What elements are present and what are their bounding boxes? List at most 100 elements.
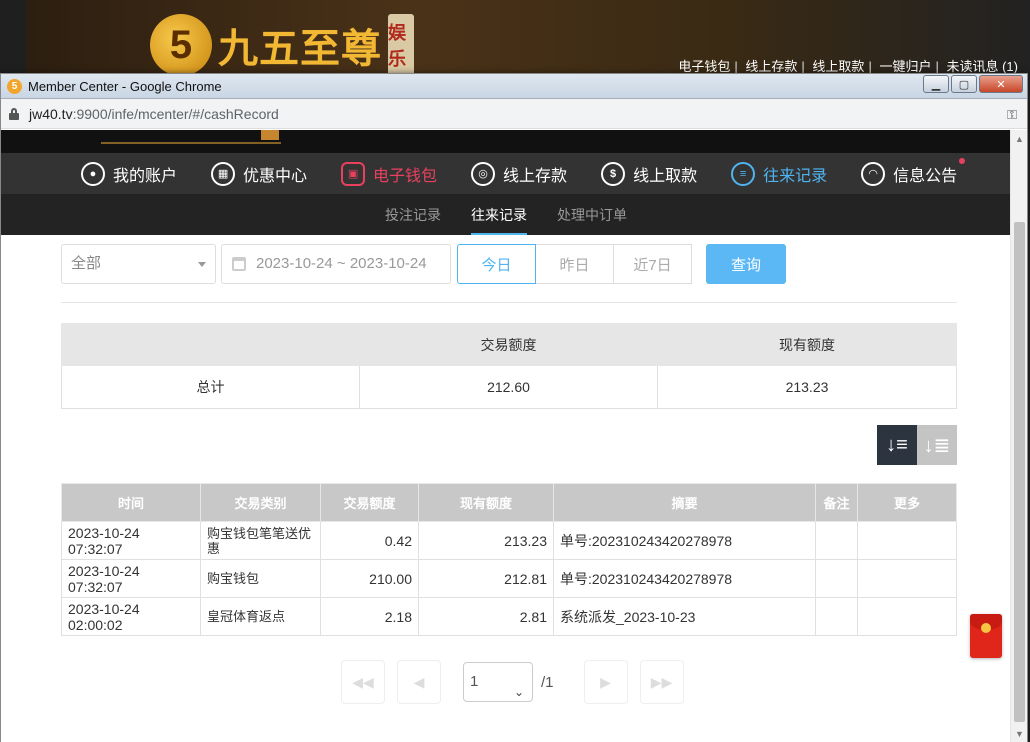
records-header-row: 时间 交易类别 交易额度 现有额度 摘要 备注 更多 (61, 483, 957, 522)
bg-link-deposit[interactable]: 线上存款 (745, 59, 797, 74)
cell-more[interactable] (857, 559, 957, 598)
url-text[interactable]: jw40.tv:9900/infe/mcenter/#/cashRecord (29, 106, 279, 122)
summary-header-cell: 交易额度 (359, 323, 658, 366)
window-titlebar[interactable]: 5 Member Center - Google Chrome ▁ ▢ ✕ (1, 74, 1027, 99)
summary-header-row: 交易额度 现有额度 (61, 323, 957, 366)
tab-transaction-records[interactable]: 往来记录 (471, 195, 527, 235)
summary-header-cell (61, 323, 360, 366)
window-controls: ▁ ▢ ✕ (923, 75, 1023, 93)
nav-transaction-records[interactable]: ≡ 往来记录 (731, 161, 828, 186)
sort-descending-icon[interactable]: ↓≡ (877, 425, 917, 465)
minimize-button[interactable]: ▁ (923, 75, 949, 93)
bell-icon: ◠ (861, 161, 886, 186)
cell-balance: 213.23 (418, 521, 554, 560)
calendar-icon (232, 257, 246, 271)
prev-page-icon[interactable]: ◀ (397, 660, 441, 704)
last-page-icon[interactable]: ▶▶ (639, 660, 684, 704)
cell-summary: 单号:202310243420278978 (553, 559, 816, 598)
bg-link-withdraw[interactable]: 线上取款 (812, 59, 864, 74)
user-icon: ● (81, 161, 105, 186)
column-header[interactable]: 备注 (815, 483, 858, 522)
main-nav: ● 我的账户 ▦ 优惠中心 ▣ 电子钱包 ◎ 线上存款 $ 线上取款 ≡ 往来记… (1, 153, 1011, 195)
column-header[interactable]: 更多 (857, 483, 957, 522)
close-button[interactable]: ✕ (979, 75, 1023, 93)
date-range-value: 2023-10-24 ~ 2023-10-24 (256, 255, 427, 272)
bg-link-consolidate[interactable]: 一键归户 (879, 59, 931, 74)
nav-online-deposit[interactable]: ◎ 线上存款 (471, 161, 567, 186)
quick-range-group: 今日 昨日 近7日 (457, 244, 692, 284)
summary-label: 总计 (61, 365, 360, 409)
nav-my-account[interactable]: ● 我的账户 (81, 161, 178, 186)
cell-time: 2023-10-24 07:32:07 (61, 559, 201, 598)
cell-remark (815, 559, 858, 598)
cell-amount: 210.00 (320, 559, 419, 598)
cell-more[interactable] (857, 597, 957, 636)
cell-amount: 0.42 (320, 521, 419, 560)
nav-label: 往来记录 (763, 167, 828, 185)
column-header[interactable]: 摘要 (553, 483, 816, 522)
summary-current-balance: 213.23 (657, 365, 957, 409)
first-page-icon[interactable]: ◀◀ (341, 660, 385, 704)
page-select-value: 1 (470, 673, 479, 690)
cell-time: 2023-10-24 02:00:02 (61, 597, 201, 636)
bg-link-unread[interactable]: 未读讯息 (1) (946, 59, 1018, 74)
page-select[interactable]: 1 ⌄ (463, 662, 533, 702)
page-total: /1 (541, 673, 554, 691)
tab-pending-orders[interactable]: 处理中订单 (557, 195, 627, 235)
nav-label: 我的账户 (113, 167, 178, 185)
sort-toggle-group: ↓≡ ↓≣ (877, 425, 957, 465)
wallet-icon: ▣ (341, 161, 366, 186)
table-row[interactable]: 2023-10-24 07:32:07 购宝钱包笔笔送优惠 0.42 213.2… (61, 521, 957, 560)
cell-balance: 212.81 (418, 559, 554, 598)
key-icon[interactable]: ⚿ (1007, 107, 1017, 123)
sort-ascending-icon[interactable]: ↓≣ (917, 425, 957, 465)
nav-announcements[interactable]: ◠ 信息公告 (861, 157, 966, 186)
scroll-up-icon[interactable]: ▲ (1011, 130, 1028, 147)
nav-promotions[interactable]: ▦ 优惠中心 (211, 161, 307, 186)
logo-emblem-icon: 5 (150, 14, 212, 76)
filter-bar: 全部 2023-10-24 ~ 2023-10-24 今日 昨日 近7日 查询 (61, 244, 957, 304)
query-button[interactable]: 查询 (706, 244, 786, 284)
cell-more[interactable] (857, 521, 957, 560)
nav-label: 线上取款 (633, 167, 698, 185)
range-7days-button[interactable]: 近7日 (613, 244, 692, 284)
column-header[interactable]: 交易额度 (320, 483, 419, 522)
window-title: Member Center - Google Chrome (28, 78, 222, 94)
nav-online-withdraw[interactable]: $ 线上取款 (601, 161, 698, 186)
column-header[interactable]: 现有额度 (418, 483, 554, 522)
vertical-scrollbar[interactable]: ▲ ▼ (1010, 130, 1027, 742)
summary-header-cell: 现有额度 (657, 323, 957, 366)
cell-remark (815, 597, 858, 636)
date-range-input[interactable]: 2023-10-24 ~ 2023-10-24 (221, 244, 451, 284)
page-content: ● 我的账户 ▦ 优惠中心 ▣ 电子钱包 ◎ 线上存款 $ 线上取款 ≡ 往来记… (1, 130, 1011, 742)
nav-e-wallet[interactable]: ▣ 电子钱包 (341, 161, 437, 186)
column-header[interactable]: 时间 (61, 483, 201, 522)
logo-text: 九五至尊 (218, 25, 382, 72)
background-site-logo: 5 九五至尊 娱乐 (150, 14, 414, 76)
tab-bet-records[interactable]: 投注记录 (385, 195, 441, 235)
type-select[interactable]: 全部 (61, 244, 216, 284)
range-today-button[interactable]: 今日 (457, 244, 536, 284)
withdraw-icon: $ (601, 161, 626, 186)
chevron-down-icon: ⌄ (513, 685, 524, 699)
summary-row: 总计 212.60 213.23 (61, 365, 957, 409)
next-page-icon[interactable]: ▶ (583, 660, 628, 704)
cell-balance: 2.81 (418, 597, 554, 636)
red-packet-coin (981, 623, 991, 633)
table-row[interactable]: 2023-10-24 07:32:07 购宝钱包 210.00 212.81 单… (61, 559, 957, 598)
cell-time: 2023-10-24 07:32:07 (61, 521, 201, 560)
table-row[interactable]: 2023-10-24 02:00:02 皇冠体育返点 2.18 2.81 系统派… (61, 597, 957, 636)
maximize-button[interactable]: ▢ (951, 75, 977, 93)
lock-icon[interactable] (9, 107, 19, 120)
scrollbar-thumb[interactable] (1014, 222, 1025, 722)
address-bar[interactable]: jw40.tv:9900/infe/mcenter/#/cashRecord ⚿ (1, 99, 1027, 129)
scroll-down-icon[interactable]: ▼ (1011, 725, 1028, 742)
red-packet-icon[interactable] (970, 614, 1002, 658)
browser-window: 5 Member Center - Google Chrome ▁ ▢ ✕ jw… (0, 73, 1028, 742)
range-yesterday-button[interactable]: 昨日 (535, 244, 614, 284)
column-header[interactable]: 交易类别 (200, 483, 321, 522)
divider (61, 302, 957, 303)
site-logo-fragment (101, 130, 281, 144)
bg-link-wallet[interactable]: 电子钱包 (678, 59, 730, 74)
site-logo-tag (261, 130, 279, 140)
